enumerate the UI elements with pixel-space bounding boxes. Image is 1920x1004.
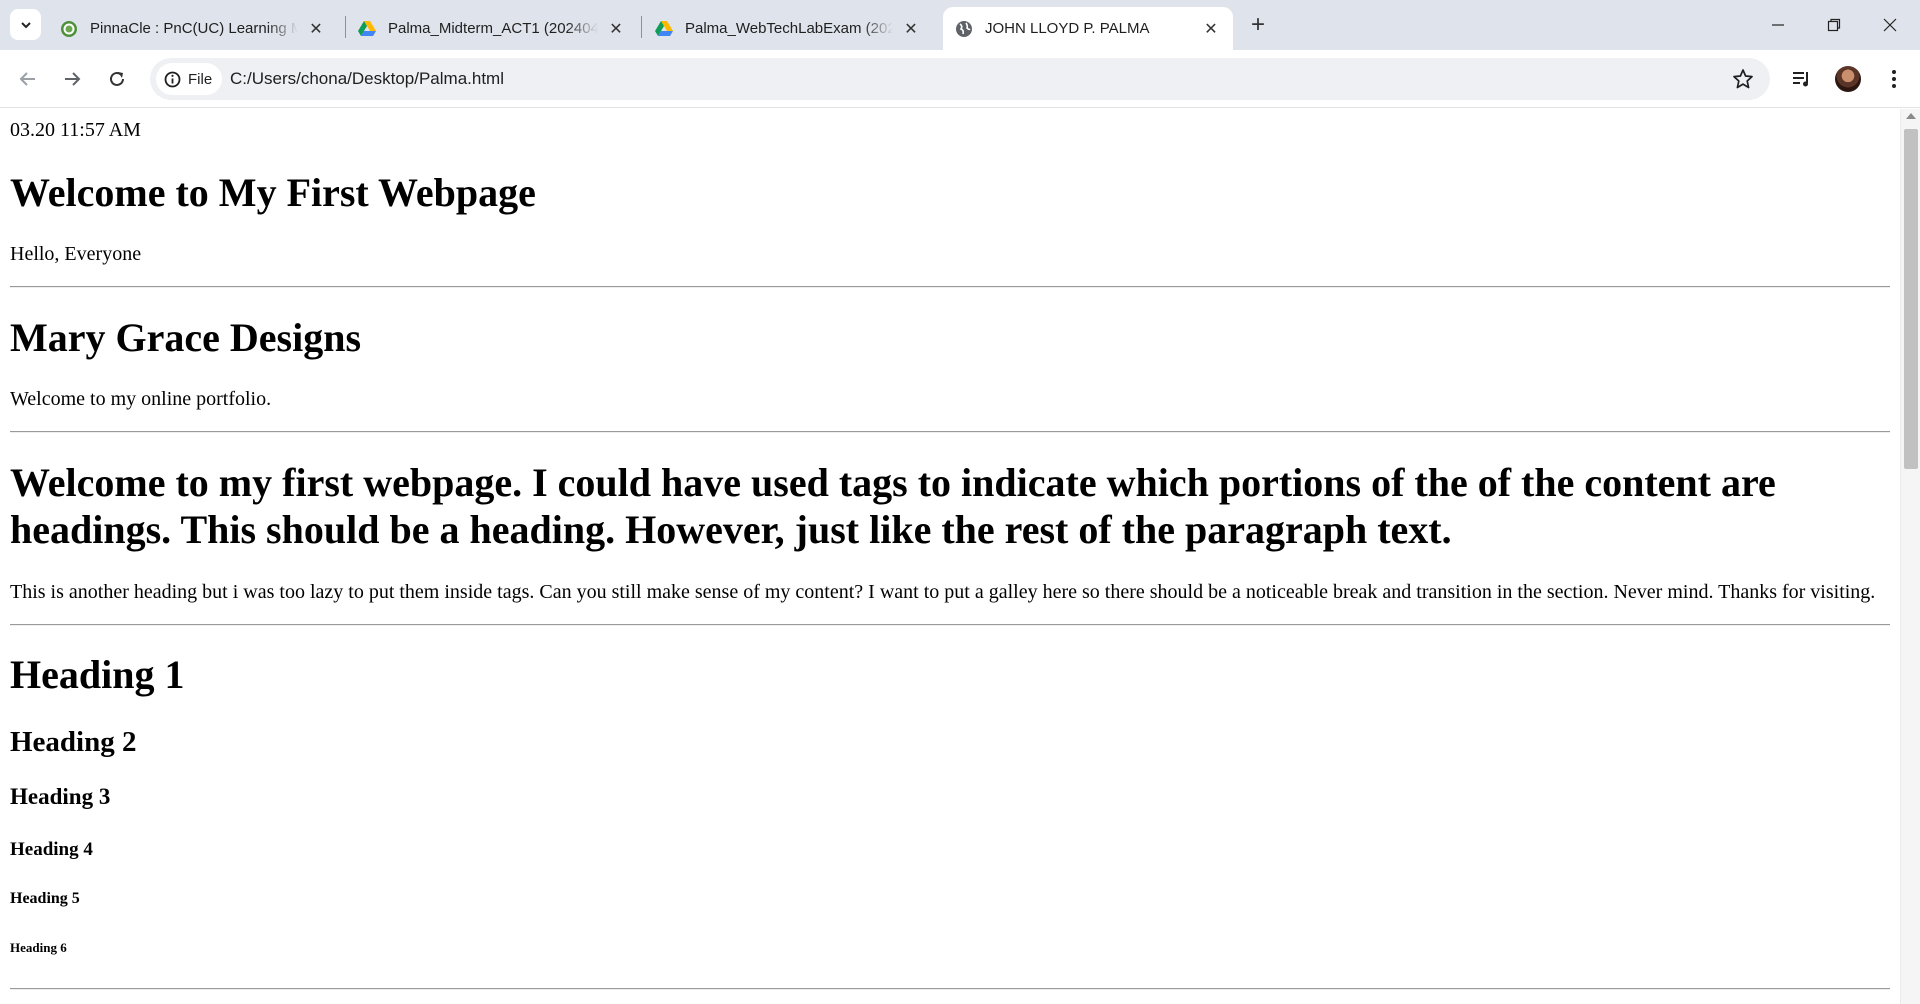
greeting-text: Hello, Everyone: [10, 243, 142, 265]
scroll-thumb[interactable]: [1904, 129, 1918, 469]
heading-3: Heading 3: [10, 784, 111, 809]
restore-button[interactable]: [1806, 0, 1862, 50]
tab-search-button[interactable]: [10, 9, 41, 40]
close-icon[interactable]: ✕: [606, 19, 626, 39]
vertical-scrollbar[interactable]: [1900, 109, 1920, 1004]
more-vert-icon: [1892, 70, 1896, 88]
heading-5: Heading 5: [10, 890, 80, 907]
tab-separator: [641, 16, 642, 38]
divider: [10, 624, 1890, 626]
tab-john-lloyd-palma[interactable]: JOHN LLOYD P. PALMA ✕: [943, 7, 1233, 50]
page-title: Welcome to My First Webpage: [10, 170, 536, 215]
tab-pinnacle[interactable]: PinnaCle : PnC(UC) Learning Ma ✕: [48, 7, 338, 50]
tab-midterm[interactable]: Palma_Midterm_ACT1 (2024041 ✕: [346, 7, 638, 50]
url-text[interactable]: C:/Users/chona/Desktop/Palma.html: [230, 69, 504, 89]
site-info-chip[interactable]: File: [156, 63, 223, 95]
heading-2: Heading 2: [10, 726, 137, 758]
close-window-button[interactable]: [1862, 0, 1918, 50]
heading-6: Heading 6: [10, 940, 67, 955]
restore-icon: [1827, 18, 1841, 32]
google-drive-icon: [358, 20, 376, 38]
scroll-up-arrow-icon[interactable]: [1906, 113, 1916, 119]
bookmark-star-icon[interactable]: [1732, 68, 1754, 90]
section-title-mary-grace: Mary Grace Designs: [10, 315, 362, 360]
minimize-icon: [1772, 24, 1784, 26]
avatar: [1835, 66, 1861, 92]
close-icon[interactable]: ✕: [1201, 19, 1221, 39]
divider: [10, 431, 1890, 433]
address-bar[interactable]: File C:/Users/chona/Desktop/Palma.html: [150, 58, 1770, 100]
page-viewport: 03.20 11:57 AM Welcome to My First Webpa…: [0, 109, 1900, 1004]
arrow-right-icon: [65, 72, 81, 86]
section-paragraph: This is another heading but i was too la…: [10, 581, 1876, 603]
section-heading-long: Welcome to my first webpage. I could hav…: [10, 460, 1776, 552]
minimize-button[interactable]: [1750, 0, 1806, 50]
divider: [10, 286, 1890, 288]
pinnacle-logo-icon: [60, 20, 78, 38]
tab-title: PinnaCle : PnC(UC) Learning Ma: [90, 20, 298, 37]
new-tab-button[interactable]: +: [1244, 11, 1272, 39]
tab-title: Palma_Midterm_ACT1 (2024041: [388, 20, 598, 37]
profile-button[interactable]: [1832, 63, 1864, 95]
forward-button[interactable]: [56, 63, 88, 95]
heading-1: Heading 1: [10, 652, 185, 697]
divider: [10, 988, 1890, 990]
reload-button[interactable]: [101, 63, 133, 95]
heading-4: Heading 4: [10, 839, 93, 860]
arrow-left-icon: [19, 72, 35, 86]
close-icon: [1883, 18, 1897, 32]
timestamp-text: 03.20 11:57 AM: [10, 119, 141, 141]
site-info-label: File: [188, 70, 213, 88]
tab-strip: PinnaCle : PnC(UC) Learning Ma ✕ Palma_M…: [0, 0, 1920, 50]
playlist-icon: [1793, 72, 1808, 87]
reload-icon: [110, 71, 124, 86]
close-icon[interactable]: ✕: [306, 19, 326, 39]
menu-button[interactable]: [1878, 63, 1910, 95]
browser-toolbar: File C:/Users/chona/Desktop/Palma.html: [0, 50, 1920, 108]
globe-icon: [955, 20, 973, 38]
back-button[interactable]: [12, 63, 44, 95]
info-icon: [164, 71, 181, 88]
tab-title: JOHN LLOYD P. PALMA: [985, 20, 1150, 37]
tab-webtechlabexam[interactable]: Palma_WebTechLabExam (2024 ✕: [643, 7, 933, 50]
media-controls-button[interactable]: [1786, 63, 1818, 95]
google-drive-icon: [655, 20, 673, 38]
chevron-down-icon: [20, 21, 31, 28]
close-icon[interactable]: ✕: [901, 19, 921, 39]
section-text-portfolio: Welcome to my online portfolio.: [10, 388, 272, 410]
tab-title: Palma_WebTechLabExam (2024: [685, 20, 893, 37]
